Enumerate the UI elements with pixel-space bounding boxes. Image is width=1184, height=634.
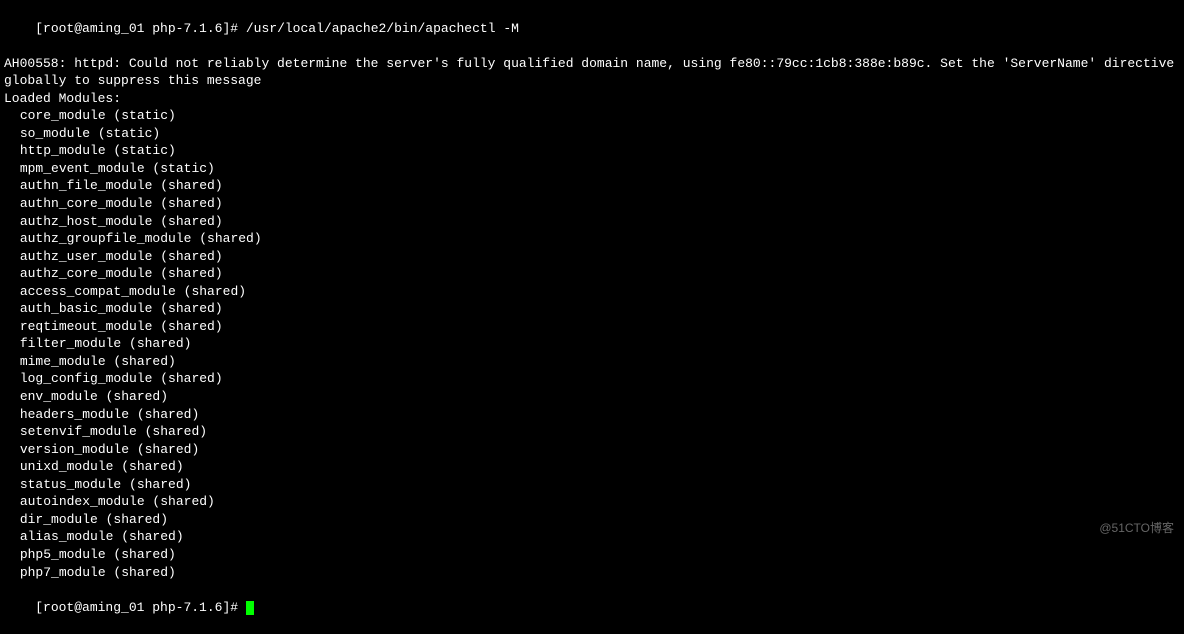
loaded-modules-header: Loaded Modules: <box>4 90 1180 108</box>
module-entry: access_compat_module (shared) <box>4 283 1180 301</box>
module-entry: auth_basic_module (shared) <box>4 300 1180 318</box>
module-entry: autoindex_module (shared) <box>4 493 1180 511</box>
module-entry: php5_module (shared) <box>4 546 1180 564</box>
modules-list: core_module (static) so_module (static) … <box>4 107 1180 581</box>
warning-line: AH00558: httpd: Could not reliably deter… <box>4 55 1180 90</box>
watermark-text: @51CTO博客 <box>1099 520 1174 536</box>
module-entry: http_module (static) <box>4 142 1180 160</box>
module-entry: log_config_module (shared) <box>4 370 1180 388</box>
module-entry: status_module (shared) <box>4 476 1180 494</box>
module-entry: authz_user_module (shared) <box>4 248 1180 266</box>
prompt-2: [root@aming_01 php-7.1.6]# <box>35 600 238 615</box>
module-entry: authz_groupfile_module (shared) <box>4 230 1180 248</box>
module-entry: dir_module (shared) <box>4 511 1180 529</box>
module-entry: mpm_event_module (static) <box>4 160 1180 178</box>
module-entry: version_module (shared) <box>4 441 1180 459</box>
cursor-icon <box>246 601 254 615</box>
module-entry: authz_core_module (shared) <box>4 265 1180 283</box>
command-line-2: [root@aming_01 php-7.1.6]# <box>4 581 1180 634</box>
module-entry: reqtimeout_module (shared) <box>4 318 1180 336</box>
module-entry: authn_core_module (shared) <box>4 195 1180 213</box>
module-entry: php7_module (shared) <box>4 564 1180 582</box>
module-entry: authz_host_module (shared) <box>4 213 1180 231</box>
module-entry: setenvif_module (shared) <box>4 423 1180 441</box>
module-entry: filter_module (shared) <box>4 335 1180 353</box>
module-entry: headers_module (shared) <box>4 406 1180 424</box>
terminal-container[interactable]: [root@aming_01 php-7.1.6]# /usr/local/ap… <box>4 2 1180 634</box>
module-entry: alias_module (shared) <box>4 528 1180 546</box>
prompt-1: [root@aming_01 php-7.1.6]# <box>35 21 238 36</box>
command-text: /usr/local/apache2/bin/apachectl -M <box>246 21 519 36</box>
module-entry: authn_file_module (shared) <box>4 177 1180 195</box>
command-line-1: [root@aming_01 php-7.1.6]# /usr/local/ap… <box>4 2 1180 55</box>
module-entry: env_module (shared) <box>4 388 1180 406</box>
module-entry: unixd_module (shared) <box>4 458 1180 476</box>
module-entry: so_module (static) <box>4 125 1180 143</box>
module-entry: mime_module (shared) <box>4 353 1180 371</box>
module-entry: core_module (static) <box>4 107 1180 125</box>
